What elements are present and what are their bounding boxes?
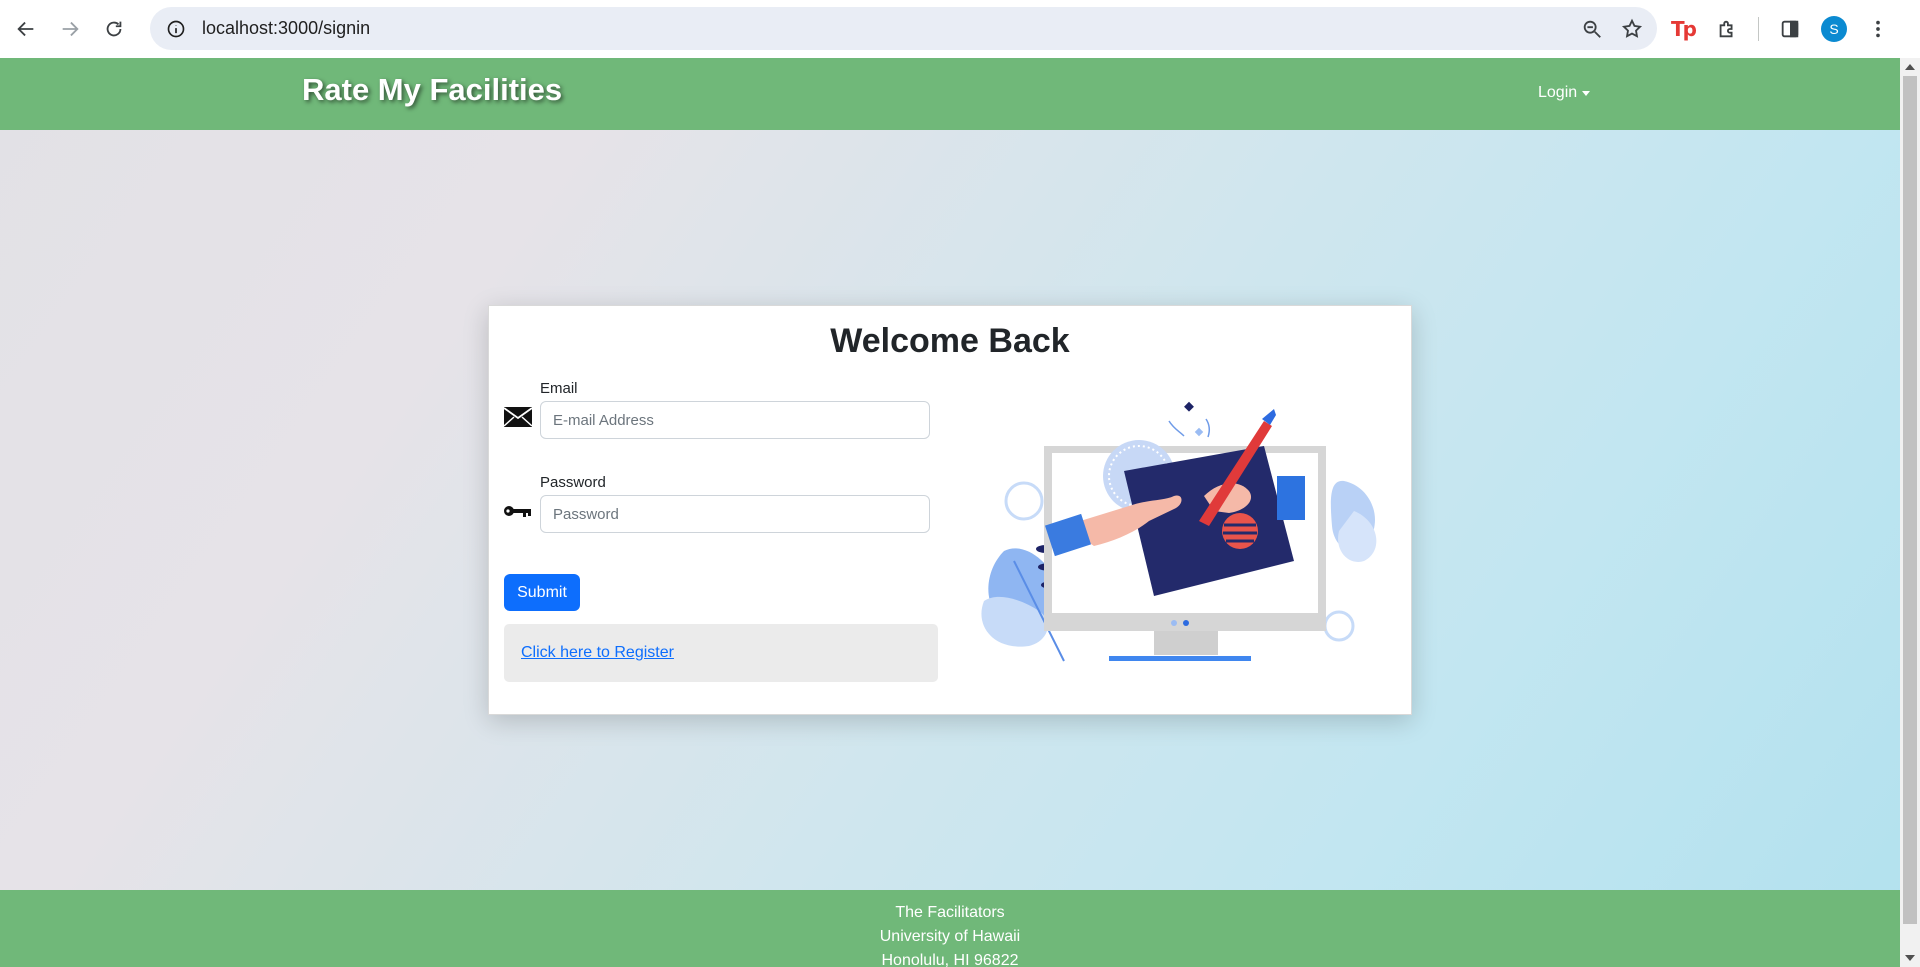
site-info-icon[interactable] [162,15,190,43]
submit-button[interactable]: Submit [504,574,580,611]
login-dropdown-label: Login [1538,84,1578,101]
register-link[interactable]: Click here to Register [521,644,674,662]
login-dropdown[interactable]: Login [1538,84,1591,102]
toolbar-divider [1758,17,1759,41]
profile-avatar[interactable]: S [1821,16,1847,42]
footer-address: Honolulu, HI 96822 [881,952,1019,967]
key-icon [503,503,533,519]
url-text[interactable]: localhost:3000/signin [202,18,370,39]
envelope-icon [503,406,533,428]
back-button[interactable] [8,11,44,47]
site-footer: The Facilitators University of Hawaii Ho… [0,890,1900,967]
site-brand[interactable]: Rate My Facilities [302,72,562,108]
browser-toolbar: localhost:3000/signin Tp S [0,0,1920,58]
vertical-scrollbar[interactable] [1900,58,1920,967]
page-viewport: Rate My Facilities Login Welcome Back Em… [0,58,1900,967]
puzzle-extensions-icon[interactable] [1714,16,1740,42]
address-bar[interactable]: localhost:3000/signin [150,7,1657,50]
scroll-thumb[interactable] [1903,76,1917,924]
email-field[interactable] [540,401,930,439]
more-menu-icon[interactable] [1865,16,1891,42]
reload-button[interactable] [96,11,132,47]
signin-illustration [981,401,1377,662]
profile-initial: S [1829,21,1839,37]
extensions-area: Tp S [1670,10,1891,48]
back-arrow-icon [17,21,34,37]
reload-icon [106,21,122,37]
page-title: Welcome Back [830,322,1070,360]
footer-university: University of Hawaii [879,928,1021,945]
signin-card: Welcome Back Email Password Submit Click… [488,305,1412,715]
register-box: Click here to Register [504,624,938,682]
tp-extension-label: Tp [1671,17,1697,41]
caret-down-icon [1582,91,1591,96]
email-label: Email [540,380,578,397]
footer-team: The Facilitators [895,904,1005,921]
forward-button[interactable] [52,11,88,47]
forward-arrow-icon [62,21,79,37]
bookmark-star-icon[interactable] [1619,16,1645,42]
password-field[interactable] [540,495,930,533]
tp-extension-icon[interactable]: Tp [1670,16,1697,42]
site-navbar: Rate My Facilities Login [0,58,1900,130]
password-label: Password [540,474,606,491]
side-panel-icon[interactable] [1777,16,1803,42]
zoom-icon[interactable] [1579,16,1605,42]
scroll-down-arrow-icon[interactable] [1905,955,1915,961]
scroll-up-arrow-icon[interactable] [1905,64,1915,70]
